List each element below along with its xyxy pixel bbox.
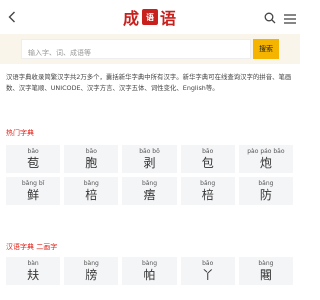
pinyin: bǎng	[141, 180, 158, 187]
search-bar: 搜索	[0, 34, 300, 64]
character: 包	[201, 156, 214, 170]
char-cell[interactable]: bǎng bǐ 鲜	[6, 177, 61, 205]
pinyin: bāo	[202, 260, 214, 267]
pinyin: bǎng bǐ	[21, 180, 45, 187]
menu-icon[interactable]	[284, 9, 296, 28]
char-cell[interactable]: pào páo bāo 炮	[238, 145, 293, 173]
character: 防	[259, 188, 272, 202]
logo-char: 成	[122, 9, 140, 28]
section-title-hot[interactable]: 热门字典	[6, 128, 34, 138]
search-icon[interactable]	[264, 9, 276, 28]
pinyin: bāo	[27, 148, 39, 155]
char-cell[interactable]: bǎng 棓	[64, 177, 119, 205]
pinyin: bāo bō	[139, 148, 160, 155]
two-stroke-grid: bàn 㚘 bàng 牓 bàng 帕 bāo 丫 bàng 闀	[6, 257, 293, 285]
char-cell[interactable]: bàn 㚘	[6, 257, 61, 285]
character: 棓	[85, 188, 98, 202]
search-input[interactable]	[22, 44, 250, 62]
pinyin: bàng	[258, 260, 274, 267]
pinyin: bāo	[85, 148, 97, 155]
logo-seal: 语	[142, 9, 158, 25]
character: 胞	[85, 156, 98, 170]
character: 闀	[259, 268, 272, 282]
character: 炮	[259, 156, 272, 170]
character: 剥	[143, 156, 156, 170]
pinyin: pào páo bāo	[247, 148, 285, 155]
back-icon[interactable]	[5, 7, 19, 27]
pinyin: bāo	[202, 148, 214, 155]
character: 帕	[143, 268, 156, 282]
pinyin: bàn	[27, 260, 39, 267]
section-title-two-stroke[interactable]: 汉语字典 二画字	[6, 242, 57, 252]
character: 苞	[27, 156, 40, 170]
character: 丫	[201, 268, 214, 282]
top-bar: 成 语 语	[0, 0, 300, 34]
hot-grid: bāo 苞 bāo 胞 bāo bō 剥 bāo 包 pào páo bāo 炮 bǎng…	[6, 145, 293, 205]
character: 㚘	[27, 268, 40, 282]
char-cell[interactable]: bàng 帕	[122, 257, 177, 285]
char-cell[interactable]: bǎng 防	[238, 177, 293, 205]
char-cell[interactable]: bāo 丫	[180, 257, 235, 285]
char-cell[interactable]: bāo 胞	[64, 145, 119, 173]
search-button[interactable]: 搜索	[253, 39, 279, 59]
pinyin: bǎng	[200, 180, 216, 187]
char-cell[interactable]: bàng 牓	[64, 257, 119, 285]
char-cell[interactable]: bǎng 棓	[180, 177, 235, 205]
character: 棓	[201, 188, 214, 202]
logo[interactable]: 成 语 语	[123, 6, 177, 28]
char-cell[interactable]: bāo bō 剥	[122, 145, 177, 173]
search-box	[21, 39, 251, 62]
intro-text: 汉语字典收录简繁汉字共2万多个，囊括新华字典中所有汉字。新华字典可在线查询汉字的…	[6, 73, 292, 92]
char-cell[interactable]: bāo 苞	[6, 145, 61, 173]
character: 牓	[85, 268, 98, 282]
pinyin: bǎng	[83, 180, 99, 187]
char-cell[interactable]: bàng 闀	[238, 257, 293, 285]
character: 痦	[143, 188, 156, 202]
logo-char: 语	[160, 9, 178, 28]
character: 鲜	[27, 188, 40, 202]
pinyin: bàng	[83, 260, 99, 267]
pinyin: bǎng	[258, 180, 274, 187]
char-cell[interactable]: bǎng 痦	[122, 177, 177, 205]
char-cell[interactable]: bāo 包	[180, 145, 235, 173]
pinyin: bàng	[141, 260, 158, 267]
